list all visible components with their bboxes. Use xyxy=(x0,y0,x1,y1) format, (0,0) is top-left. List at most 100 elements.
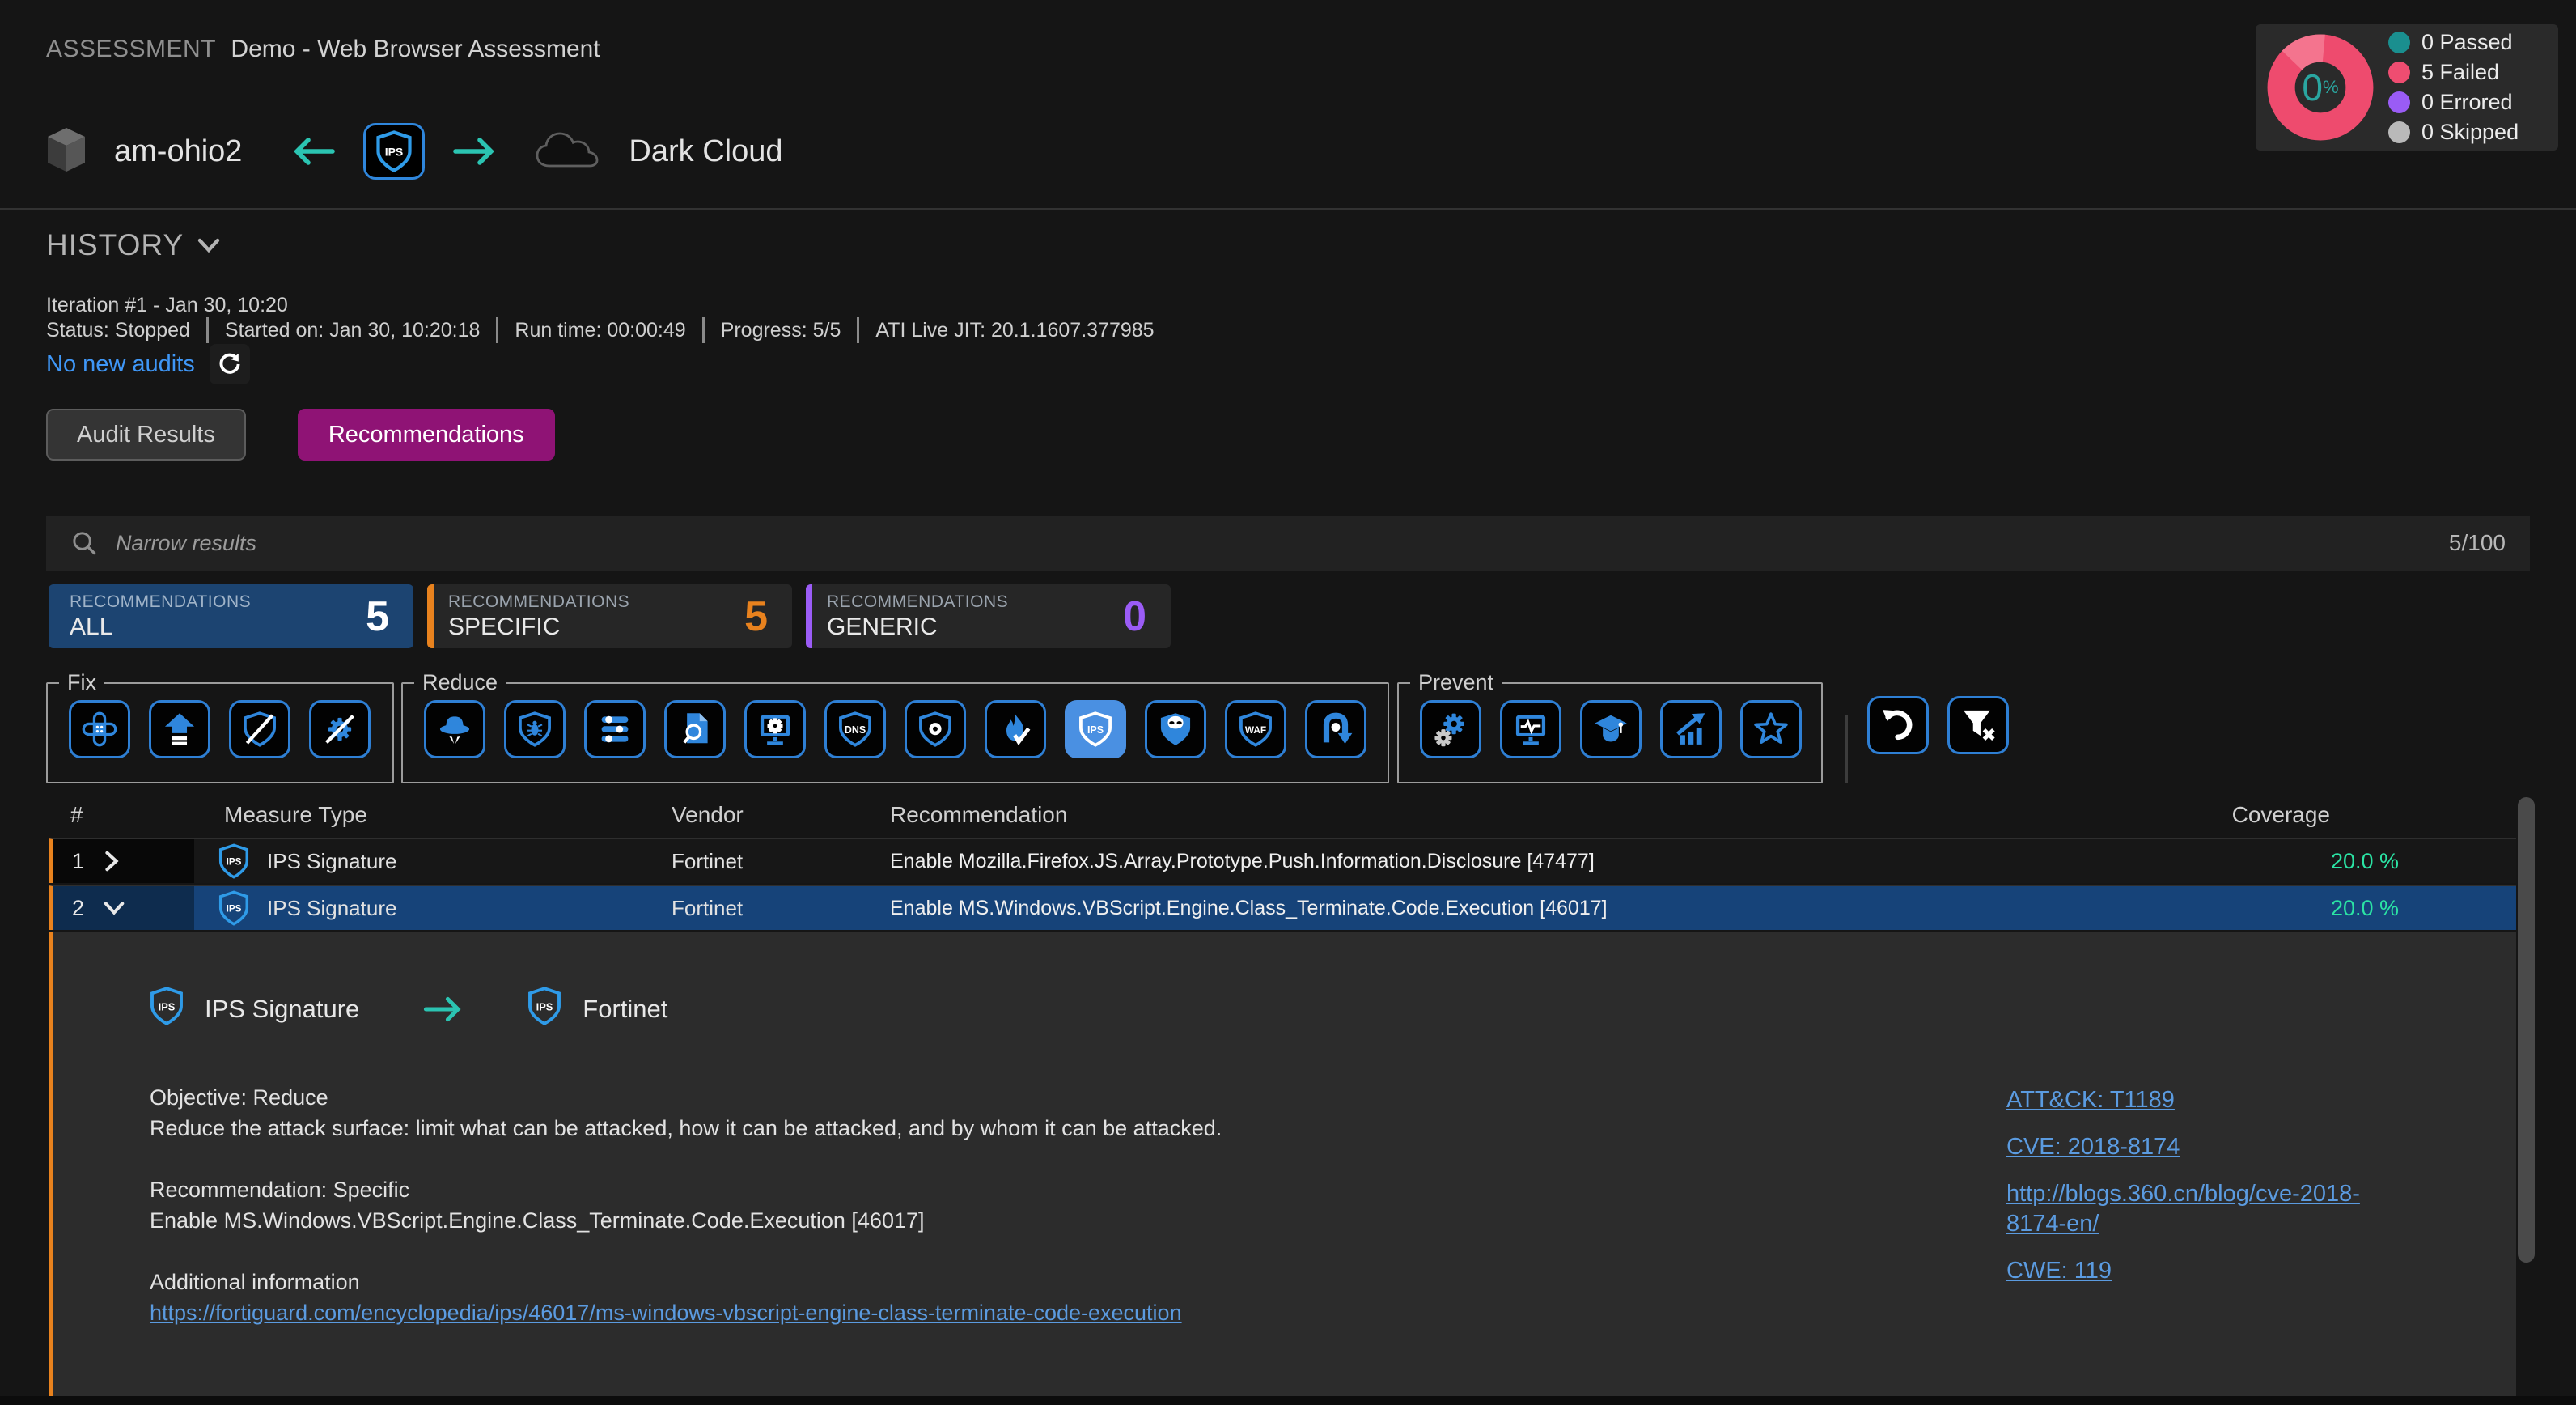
vendor-cell: Fortinet xyxy=(667,896,886,921)
iteration-label: Iteration #1 - Jan 30, 10:20 xyxy=(46,294,288,317)
column-measure-type: Measure Type xyxy=(194,802,667,828)
monitor-pulse-filter-tile[interactable] xyxy=(1500,700,1561,758)
service-disabled-filter-tile[interactable] xyxy=(309,700,371,758)
recommendation-cell: Enable Mozilla.Firefox.JS.Array.Prototyp… xyxy=(886,850,2104,873)
reduce-group-legend: Reduce xyxy=(414,670,506,695)
ips-shield-filter-tile[interactable]: IPS xyxy=(1065,700,1126,758)
recommendations-button[interactable]: Recommendations xyxy=(298,409,555,461)
ips-measure-badge[interactable]: IPS xyxy=(363,123,425,180)
shield-disabled-icon xyxy=(241,711,278,748)
legend-item: 5 Failed xyxy=(2388,60,2519,85)
results-count: 5/100 xyxy=(2449,530,2506,556)
svg-text:IPS: IPS xyxy=(227,857,242,868)
recommendations-all-card[interactable]: RECOMMENDATIONS ALL 5 xyxy=(49,584,413,648)
no-new-audits-link[interactable]: No new audits xyxy=(46,351,195,378)
recommendations-generic-card[interactable]: RECOMMENDATIONS GENERIC 0 xyxy=(806,584,1171,648)
recommendation-detail-panel: IPS IPS Signature IPS Fortinet Objective… xyxy=(49,932,2516,1396)
card-label: RECOMMENDATIONS xyxy=(70,592,251,612)
star-filter-tile[interactable] xyxy=(1740,700,1802,758)
separator xyxy=(496,317,498,343)
education-icon xyxy=(1592,711,1629,748)
growth-chart-icon xyxy=(1672,711,1710,748)
legend-item: 0 Passed xyxy=(2388,30,2519,55)
svg-text:IPS: IPS xyxy=(159,1000,176,1012)
clear-filter-icon xyxy=(1960,707,1997,744)
search-bar[interactable]: 5/100 xyxy=(46,516,2530,571)
reference-links: ATT&CK: T1189 CVE: 2018-8174 http://blogs.… xyxy=(2006,1085,2371,1286)
legend-label: 0 Skipped xyxy=(2421,120,2519,145)
fix-group-legend: Fix xyxy=(59,670,104,695)
ips-shield-icon: IPS xyxy=(527,987,561,1032)
eye-shield-filter-tile[interactable] xyxy=(905,700,966,758)
bug-shield-filter-tile[interactable] xyxy=(504,700,566,758)
fortiguard-link[interactable]: https://fortiguard.com/encyclopedia/ips/… xyxy=(150,1301,1182,1325)
card-count: 5 xyxy=(366,592,389,641)
hacker-hat-filter-tile[interactable] xyxy=(424,700,485,758)
undo-button[interactable] xyxy=(1867,696,1929,754)
legend-label: 5 Failed xyxy=(2421,60,2499,85)
started-on-value: Started on: Jan 30, 10:20:18 xyxy=(225,319,481,342)
svg-text:IPS: IPS xyxy=(227,904,242,915)
history-section-header[interactable]: HISTORY xyxy=(46,228,221,262)
measure-filter-bar: Fix Reduce DNSIPSWAF Prevent xyxy=(0,665,2576,792)
upgrade-icon xyxy=(161,711,198,748)
document-scan-filter-tile[interactable] xyxy=(664,700,726,758)
attack-flow: am-ohio2 IPS Dark Cloud xyxy=(46,115,783,188)
history-title: HISTORY xyxy=(46,228,184,262)
results-legend: 0 Passed5 Failed0 Errored0 Skipped xyxy=(2388,30,2519,145)
hacker-hat-icon xyxy=(436,711,473,748)
settings-sliders-filter-tile[interactable] xyxy=(584,700,646,758)
gears-filter-tile[interactable] xyxy=(1420,700,1481,758)
reference-link[interactable]: http://blogs.360.cn/blog/cve-2018-8174-e… xyxy=(2006,1179,2371,1239)
page-title: ASSESSMENT Demo - Web Browser Assessment xyxy=(46,36,600,63)
spy-shield-icon xyxy=(1157,711,1194,748)
scrollbar-thumb[interactable] xyxy=(2518,797,2535,1263)
coverage-cell: 20.0 % xyxy=(2104,849,2516,874)
waf-shield-filter-tile[interactable]: WAF xyxy=(1225,700,1286,758)
shield-disabled-filter-tile[interactable] xyxy=(229,700,290,758)
clear-filter-button[interactable] xyxy=(1947,696,2009,754)
monitor-config-filter-tile[interactable] xyxy=(744,700,806,758)
row-expander[interactable]: 1 xyxy=(53,839,194,883)
refresh-audits-button[interactable] xyxy=(210,344,250,384)
spy-shield-filter-tile[interactable] xyxy=(1145,700,1206,758)
dns-shield-filter-tile[interactable]: DNS xyxy=(824,700,886,758)
svg-text:IPS: IPS xyxy=(1087,724,1104,736)
source-node-name: am-ohio2 xyxy=(114,134,242,169)
patch-filter-tile[interactable] xyxy=(69,700,130,758)
firewall-flame-filter-tile[interactable] xyxy=(985,700,1046,758)
chevron-down-icon xyxy=(104,900,125,916)
coverage-cell: 20.0 % xyxy=(2104,896,2516,921)
card-type: SPECIFIC xyxy=(448,613,629,641)
upgrade-filter-tile[interactable] xyxy=(149,700,210,758)
card-accent-stripe xyxy=(427,584,434,648)
reference-link[interactable]: CVE: 2018-8174 xyxy=(2006,1132,2371,1162)
search-icon xyxy=(70,529,98,557)
refresh-icon xyxy=(217,351,243,377)
legend-dot-icon xyxy=(2388,91,2410,113)
target-node-name: Dark Cloud xyxy=(629,134,782,169)
recommendation-cell: Enable MS.Windows.VBScript.Engine.Class_… xyxy=(886,897,2104,920)
reference-link[interactable]: ATT&CK: T1189 xyxy=(2006,1085,2371,1115)
assessment-label: ASSESSMENT xyxy=(46,36,216,62)
recommendations-specific-card[interactable]: RECOMMENDATIONS SPECIFIC 5 xyxy=(427,584,792,648)
assessment-title: Demo - Web Browser Assessment xyxy=(231,36,600,62)
audits-row: No new audits xyxy=(46,344,250,384)
fix-group-tiles xyxy=(48,695,392,758)
table-row[interactable]: 1IPSIPS SignatureFortinetEnable Mozilla.… xyxy=(49,838,2516,883)
growth-chart-filter-tile[interactable] xyxy=(1660,700,1722,758)
card-accent-stripe xyxy=(806,584,812,648)
redirect-arrow-filter-tile[interactable] xyxy=(1305,700,1366,758)
table-row[interactable]: 2IPSIPS SignatureFortinetEnable MS.Windo… xyxy=(49,885,2516,930)
eye-shield-icon xyxy=(917,711,954,748)
ips-shield-icon: IPS xyxy=(150,987,184,1032)
detail-measure-type: IPS Signature xyxy=(205,995,359,1024)
reference-link[interactable]: CWE: 119 xyxy=(2006,1256,2371,1286)
ips-badge-text: IPS xyxy=(385,146,404,159)
row-expander[interactable]: 2 xyxy=(53,886,194,930)
education-filter-tile[interactable] xyxy=(1580,700,1642,758)
audit-results-button[interactable]: Audit Results xyxy=(46,409,246,461)
search-input[interactable] xyxy=(116,531,2431,556)
measure-type-cell: IPSIPS Signature xyxy=(194,843,667,879)
waf-shield-icon: WAF xyxy=(1237,711,1274,748)
